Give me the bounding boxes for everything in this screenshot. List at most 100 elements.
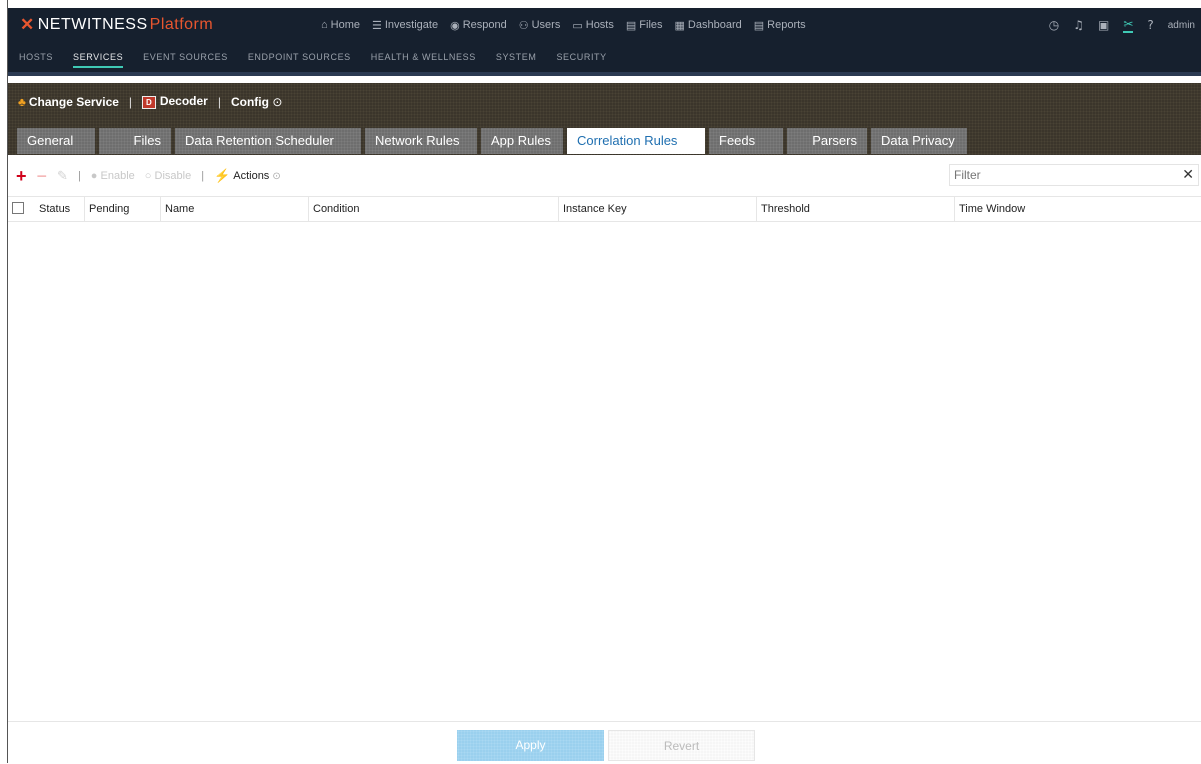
- nav-dashboard[interactable]: ▦ Dashboard: [675, 19, 742, 32]
- revert-button[interactable]: Revert: [608, 730, 755, 761]
- lightning-icon: ⚡: [214, 168, 231, 183]
- nav-label: Home: [330, 19, 360, 31]
- divider: |: [201, 170, 205, 182]
- footer-bar: Apply Revert: [8, 721, 1201, 764]
- col-instance-key[interactable]: Instance Key: [559, 197, 757, 221]
- subnav-system[interactable]: SYSTEM: [496, 52, 537, 62]
- respond-icon: ◉: [450, 19, 460, 32]
- app-logo[interactable]: ✕ NETWITNESS Platform: [20, 15, 213, 35]
- change-service-label: Change Service: [28, 94, 119, 109]
- disable-label: Disable: [154, 170, 192, 182]
- select-all-checkbox[interactable]: [12, 202, 24, 214]
- nav-label: Reports: [767, 19, 806, 31]
- users-icon: ⚇: [518, 19, 529, 32]
- nav-reports[interactable]: ▤ Reports: [754, 19, 806, 32]
- tab-files[interactable]: Files: [99, 128, 171, 154]
- col-time-window[interactable]: Time Window: [955, 197, 1201, 221]
- nav-label: Users: [531, 19, 561, 31]
- bell-icon[interactable]: ♫: [1073, 18, 1084, 32]
- nav-label: Hosts: [585, 19, 614, 31]
- chevron-down-icon: ⊙: [272, 94, 283, 109]
- decoder-label: Decoder: [159, 94, 208, 108]
- nav-label: Investigate: [384, 19, 439, 31]
- decoder-service[interactable]: D Decoder: [142, 94, 208, 109]
- filter-input[interactable]: [950, 165, 1176, 185]
- divider: |: [77, 170, 81, 182]
- enable-button[interactable]: ● Enable: [91, 170, 135, 182]
- user-menu[interactable]: admin: [1168, 20, 1195, 31]
- tab-parsers[interactable]: Parsers: [787, 128, 867, 154]
- netwitness-logo-icon: ✕: [20, 15, 35, 34]
- nav-home[interactable]: ⌂ Home: [321, 19, 360, 31]
- tab-app-rules[interactable]: App Rules: [481, 128, 563, 154]
- enable-icon: ●: [90, 170, 98, 182]
- main-nav: ⌂ Home ☰ Investigate ◉ Respond ⚇ Users ▭ Host…: [321, 8, 806, 42]
- help-icon[interactable]: ?: [1147, 18, 1153, 32]
- nav-label: Dashboard: [687, 19, 742, 31]
- admin-sub-nav: HOSTS SERVICES EVENT SOURCES ENDPOINT SO…: [8, 42, 1201, 76]
- reports-icon: ▤: [753, 19, 765, 32]
- notes-icon[interactable]: ▣: [1098, 18, 1109, 32]
- enable-label: Enable: [100, 170, 135, 182]
- disable-button[interactable]: ○ Disable: [145, 170, 191, 182]
- tab-general[interactable]: General: [17, 128, 95, 154]
- tab-feeds[interactable]: Feeds: [709, 128, 783, 154]
- col-name[interactable]: Name: [161, 197, 309, 221]
- divider: |: [217, 94, 221, 109]
- nav-investigate[interactable]: ☰ Investigate: [372, 19, 438, 32]
- nav-files[interactable]: ▤ Files: [626, 19, 663, 32]
- col-condition[interactable]: Condition: [309, 197, 559, 221]
- add-rule-icon[interactable]: +: [16, 167, 27, 185]
- timer-icon[interactable]: ◷: [1049, 18, 1059, 32]
- hosts-icon: ▭: [572, 19, 583, 32]
- nav-label: Respond: [462, 19, 507, 31]
- tab-correlation-rules[interactable]: Correlation Rules: [567, 128, 705, 154]
- subnav-health-wellness[interactable]: HEALTH & WELLNESS: [371, 52, 476, 62]
- chevron-down-icon: ⊙: [272, 170, 281, 182]
- filter-box: ✕: [949, 164, 1199, 186]
- files-icon: ▤: [625, 19, 637, 32]
- hierarchy-icon: ♣: [18, 94, 26, 109]
- subnav-hosts[interactable]: HOSTS: [19, 52, 53, 62]
- edit-rule-icon[interactable]: ✎: [57, 168, 68, 184]
- apply-button[interactable]: Apply: [457, 730, 604, 761]
- top-bar: ✕ NETWITNESS Platform ⌂ Home ☰ Investigate…: [8, 8, 1201, 42]
- col-status[interactable]: Status: [35, 197, 85, 221]
- admin-tools-icon[interactable]: ✂: [1123, 17, 1134, 33]
- nav-users[interactable]: ⚇ Users: [519, 19, 561, 32]
- col-threshold[interactable]: Threshold: [757, 197, 955, 221]
- grid-body: [8, 222, 1201, 722]
- grid-header: Status Pending Name Condition Instance K…: [8, 197, 1201, 222]
- nav-hosts[interactable]: ▭ Hosts: [572, 19, 614, 32]
- top-right-icons: ◷ ♫ ▣ ✂ ? admin: [1049, 8, 1201, 42]
- actions-menu[interactable]: ⚡ Actions ⊙: [214, 168, 281, 184]
- subnav-security[interactable]: SECURITY: [556, 52, 606, 62]
- subnav-services[interactable]: SERVICES: [73, 52, 124, 68]
- rules-toolbar: + − ✎ | ● Enable ○ Disable | ⚡Actions⊙ ✕: [8, 163, 1201, 191]
- tab-data-privacy[interactable]: Data Privacy: [871, 128, 967, 154]
- logo-main-text: NETWITNESS: [37, 16, 148, 33]
- subnav-event-sources[interactable]: EVENT SOURCES: [143, 52, 228, 62]
- config-dropdown[interactable]: Config ⊙: [231, 95, 282, 109]
- dashboard-icon: ▦: [674, 19, 685, 32]
- window-edge: [0, 0, 8, 763]
- service-bar: ♣ Change Service | D Decoder | Config ⊙: [8, 83, 1201, 125]
- clear-filter-icon[interactable]: ✕: [1182, 166, 1194, 183]
- change-service-button[interactable]: ♣ Change Service: [18, 95, 119, 109]
- actions-label: Actions: [233, 170, 270, 182]
- logo-sub-text: Platform: [149, 16, 214, 33]
- col-pending[interactable]: Pending: [85, 197, 161, 221]
- nav-label: Files: [639, 19, 663, 31]
- delete-rule-icon[interactable]: −: [37, 167, 48, 185]
- subnav-endpoint-sources[interactable]: ENDPOINT SOURCES: [248, 52, 351, 62]
- tab-data-retention-scheduler[interactable]: Data Retention Scheduler: [175, 128, 361, 154]
- select-all-cell: [8, 197, 35, 221]
- investigate-icon: ☰: [372, 19, 382, 32]
- disable-icon: ○: [144, 170, 152, 182]
- tab-network-rules[interactable]: Network Rules: [365, 128, 477, 154]
- nav-respond[interactable]: ◉ Respond: [450, 19, 507, 32]
- config-tabs-bar: General Files Data Retention Scheduler N…: [8, 125, 1201, 155]
- config-label: Config: [230, 94, 269, 109]
- home-icon: ⌂: [321, 19, 328, 31]
- correlation-rules-grid: Status Pending Name Condition Instance K…: [8, 196, 1201, 722]
